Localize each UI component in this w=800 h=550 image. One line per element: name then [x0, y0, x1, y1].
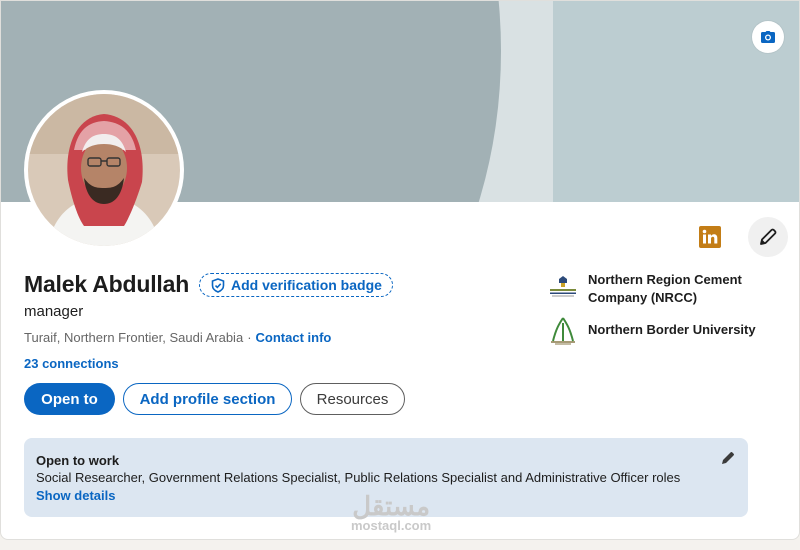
open-to-work-roles: Social Researcher, Government Relations … — [36, 470, 681, 485]
pencil-icon[interactable] — [720, 450, 736, 466]
profile-name: Malek Abdullah — [24, 271, 190, 297]
profile-card: Malek Abdullah Add verification badge ma… — [0, 0, 800, 540]
avatar[interactable] — [28, 94, 180, 246]
watermark-latin: mostaql.com — [351, 518, 432, 533]
nrcc-logo-icon — [547, 271, 579, 303]
watermark: مستقل mostaql.com — [351, 493, 431, 533]
org-name: Northern Border University — [588, 322, 756, 337]
org-nrcc[interactable]: Northern Region Cement Company (NRCC) — [547, 271, 768, 307]
open-to-work-title: Open to work — [36, 453, 120, 468]
camera-icon — [761, 31, 775, 43]
org-name: Northern Region Cement Company (NRCC) — [588, 272, 742, 305]
shield-check-icon — [211, 277, 225, 293]
edit-intro-button[interactable] — [748, 217, 788, 257]
add-profile-section-button[interactable]: Add profile section — [123, 383, 292, 415]
open-to-button[interactable]: Open to — [24, 383, 115, 415]
add-verification-badge-button[interactable]: Add verification badge — [199, 273, 393, 297]
verification-badge-label: Add verification badge — [231, 277, 382, 293]
resources-button[interactable]: Resources — [300, 383, 405, 415]
watermark-arabic: مستقل — [352, 491, 430, 521]
linkedin-icon[interactable] — [699, 226, 721, 248]
location-text: Turaif, Northern Frontier, Saudi Arabia — [24, 330, 244, 345]
edit-cover-button[interactable] — [752, 21, 784, 53]
contact-info-link[interactable]: Contact info — [256, 330, 332, 345]
nbu-logo-icon — [547, 315, 579, 347]
pencil-icon — [760, 228, 777, 245]
profile-headline: manager — [24, 303, 84, 320]
connections-link[interactable]: 23 connections — [24, 356, 119, 371]
profile-photo-frame[interactable] — [24, 90, 184, 250]
org-nbu[interactable]: Northern Border University — [547, 315, 768, 347]
location-separator: · — [247, 330, 252, 345]
profile-location-row: Turaif, Northern Frontier, Saudi Arabia ·… — [24, 330, 331, 345]
